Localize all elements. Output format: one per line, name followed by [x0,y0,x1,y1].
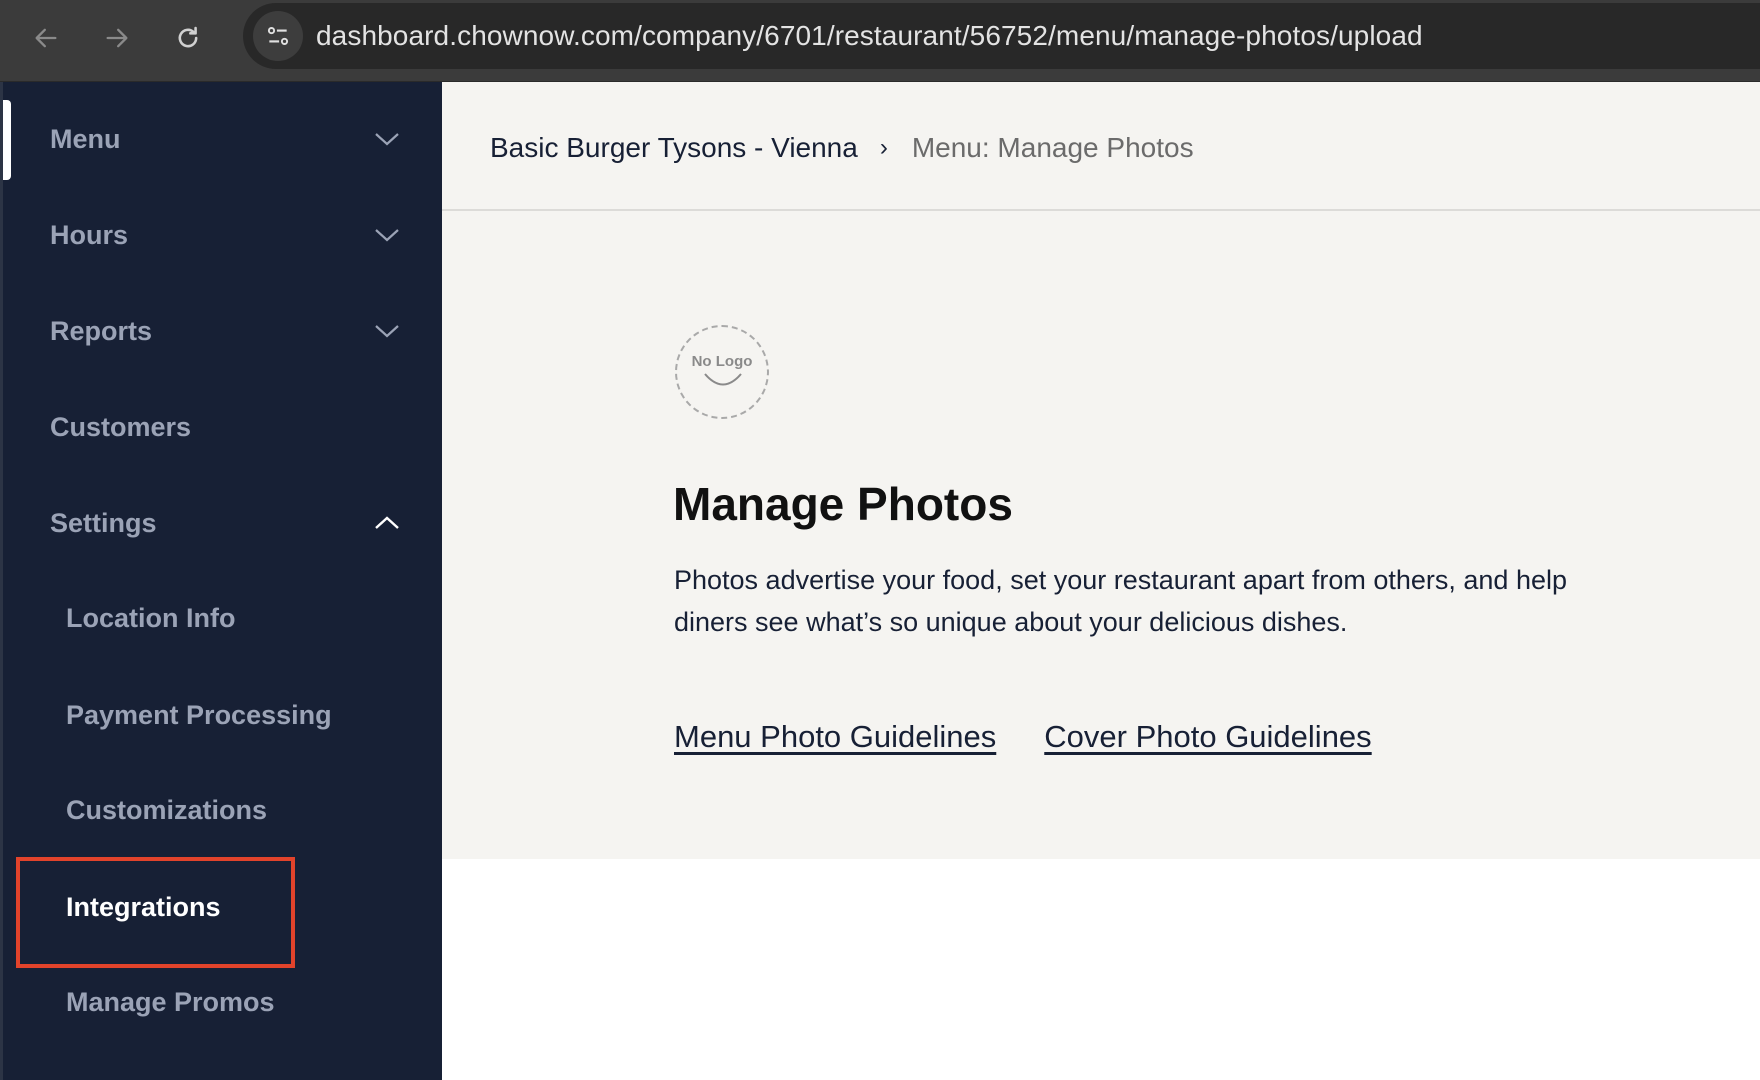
main-content: Basic Burger Tysons - Vienna › Menu: Man… [442,82,1760,1080]
sidebar-item-label: Settings [50,507,157,538]
sidebar-item-label: Customers [50,411,192,442]
page-title: Manage Photos [673,478,1013,530]
sidebar-item-customizations[interactable]: Customizations [3,780,442,840]
sidebar-item-label: Manage Promos [66,986,275,1017]
forward-arrow-icon [106,28,128,48]
url-text[interactable]: dashboard.chownow.com/company/6701/resta… [316,3,1423,69]
sidebar-item-manage-promos[interactable]: Manage Promos [3,972,442,1032]
sidebar-item-payment-processing[interactable]: Payment Processing [3,685,442,745]
highlight-annotation-box [16,857,295,968]
breadcrumb-restaurant[interactable]: Basic Burger Tysons - Vienna [490,132,858,164]
sidebar-item-label: Payment Processing [66,699,332,730]
sidebar-item-settings[interactable]: Settings [3,493,442,553]
sidebar-item-customers[interactable]: Customers [3,397,442,457]
smile-icon [704,373,742,386]
cover-photo-guidelines-link[interactable]: Cover Photo Guidelines [1044,719,1371,755]
sidebar-item-reports[interactable]: Reports [3,301,442,361]
site-settings-icon [267,27,289,45]
sidebar-item-menu[interactable]: Menu [3,109,442,169]
sidebar-item-label: Location Info [66,602,236,633]
sidebar-item-location-info[interactable]: Location Info [3,588,442,648]
back-button[interactable] [26,18,66,58]
site-settings-button[interactable] [253,11,303,61]
breadcrumb-current: Menu: Manage Photos [911,132,1194,163]
reload-button[interactable] [168,18,208,58]
back-arrow-icon [35,28,57,48]
reload-icon [178,26,198,48]
chevron-up-icon [375,516,399,529]
no-logo-label: No Logo [691,353,753,370]
header-divider [442,209,1760,211]
guideline-links: Menu Photo Guidelines Cover Photo Guidel… [674,719,1372,755]
breadcrumb: Basic Burger Tysons - Vienna › Menu: Man… [490,128,1194,168]
sidebar-item-label: Hours [50,219,129,250]
restaurant-logo-placeholder: No Logo [675,325,769,419]
chevron-down-icon [375,325,399,338]
sidebar-item-label: Customizations [66,794,268,825]
menu-photo-guidelines-link[interactable]: Menu Photo Guidelines [674,719,996,755]
chevron-down-icon [375,133,399,146]
page-description: Photos advertise your food, set your res… [674,565,1567,637]
browser-toolbar: dashboard.chownow.com/company/6701/resta… [0,0,1760,82]
sidebar-item-label: Reports [50,315,153,346]
chevron-down-icon [375,229,399,242]
sidebar-item-hours[interactable]: Hours [3,205,442,265]
address-bar[interactable]: dashboard.chownow.com/company/6701/resta… [243,3,1760,69]
breadcrumb-separator-icon: › [879,134,888,161]
forward-button[interactable] [97,18,137,58]
sidebar-nav: Menu Hours Reports Customers Settings Lo… [0,82,442,1080]
sidebar-item-label: Menu [50,123,121,154]
